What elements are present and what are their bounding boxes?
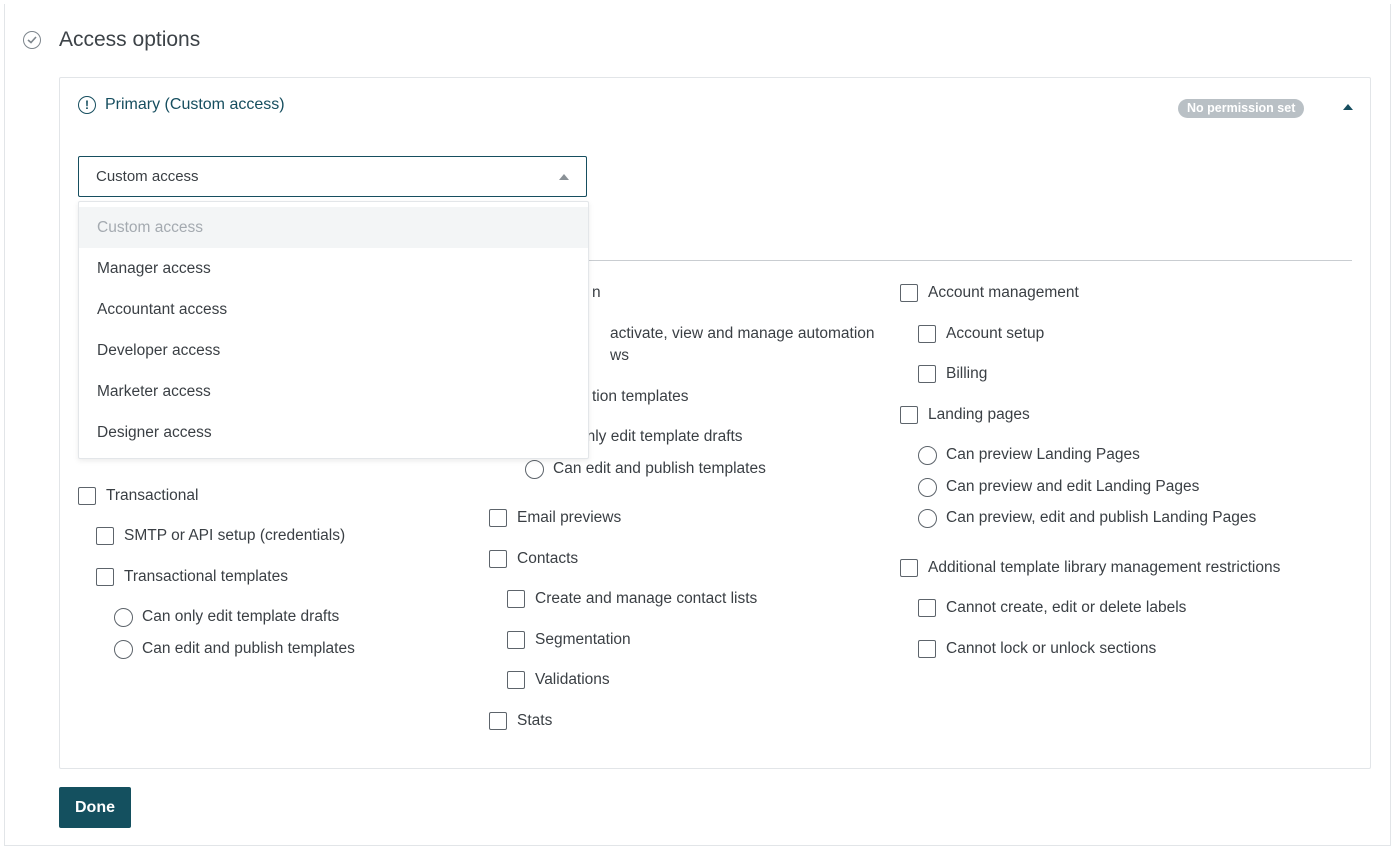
collapse-caret-icon[interactable] [1343, 104, 1353, 110]
account-setup-row[interactable]: Account setup [918, 323, 1044, 345]
transactional-templates-checkbox[interactable] [96, 568, 114, 586]
email-previews-label: Email previews [517, 509, 622, 526]
validations-row[interactable]: Validations [507, 669, 610, 691]
edit-publish-radio-row[interactable]: Can edit and publish templates [114, 638, 355, 660]
check-circle-icon [23, 31, 41, 49]
billing-checkbox[interactable] [918, 365, 936, 383]
automation-edit-publish-radio-row[interactable]: Can edit and publish templates [525, 458, 766, 480]
lp-preview-edit-publish-radio-row[interactable]: Can preview, edit and publish Landing Pa… [918, 507, 1256, 529]
panel-header[interactable]: ! Primary (Custom access) [78, 96, 285, 114]
done-button[interactable]: Done [59, 787, 131, 828]
no-lock-row[interactable]: Cannot lock or unlock sections [918, 638, 1156, 660]
access-dropdown-menu: Custom access Manager access Accountant … [78, 201, 589, 459]
email-previews-row[interactable]: Email previews [489, 507, 621, 529]
lp-preview-edit-label: Can preview and edit Landing Pages [946, 478, 1200, 495]
automation-workflows-label: activate, view and manage automation ws [610, 325, 875, 364]
dropdown-option-manager[interactable]: Manager access [79, 248, 588, 289]
account-management-checkbox[interactable] [900, 284, 918, 302]
account-management-row[interactable]: Account management [900, 282, 1079, 304]
smtp-checkbox[interactable] [96, 527, 114, 545]
status-badge: No permission set [1178, 99, 1305, 118]
section-header: Access options [23, 28, 200, 52]
landing-pages-label: Landing pages [928, 406, 1030, 423]
transactional-label: Transactional [106, 487, 199, 504]
no-labels-row[interactable]: Cannot create, edit or delete labels [918, 597, 1186, 619]
panel-title: Primary (Custom access) [105, 96, 285, 113]
segmentation-label: Segmentation [535, 631, 631, 648]
automation-edit-publish-radio[interactable] [525, 460, 544, 479]
smtp-label: SMTP or API setup (credentials) [124, 527, 346, 544]
automation-label-partial: n [592, 284, 601, 301]
lp-preview-edit-publish-label: Can preview, edit and publish Landing Pa… [946, 509, 1257, 526]
dropdown-option-custom[interactable]: Custom access [79, 207, 588, 248]
access-select[interactable]: Custom access [78, 156, 587, 197]
transactional-templates-row[interactable]: Transactional templates [96, 566, 288, 588]
template-restrictions-row[interactable]: Additional template library management r… [900, 557, 1280, 579]
template-restrictions-checkbox[interactable] [900, 559, 918, 577]
contact-lists-checkbox[interactable] [507, 590, 525, 608]
transactional-checkbox[interactable] [78, 487, 96, 505]
contacts-label: Contacts [517, 550, 579, 567]
alert-circle-icon: ! [78, 96, 96, 114]
billing-row[interactable]: Billing [918, 363, 987, 385]
segmentation-checkbox[interactable] [507, 631, 525, 649]
lp-preview-edit-radio[interactable] [918, 478, 937, 497]
contacts-row[interactable]: Contacts [489, 548, 578, 570]
validations-label: Validations [535, 671, 610, 688]
caret-up-icon [559, 174, 569, 180]
no-labels-checkbox[interactable] [918, 599, 936, 617]
contact-lists-row[interactable]: Create and manage contact lists [507, 588, 757, 610]
account-management-label: Account management [928, 284, 1079, 301]
dropdown-option-marketer[interactable]: Marketer access [79, 371, 588, 412]
stats-row[interactable]: Stats [489, 710, 552, 732]
no-lock-checkbox[interactable] [918, 640, 936, 658]
account-setup-label: Account setup [946, 325, 1045, 342]
lp-preview-edit-radio-row[interactable]: Can preview and edit Landing Pages [918, 476, 1199, 498]
edit-publish-label: Can edit and publish templates [142, 640, 355, 657]
dropdown-option-designer[interactable]: Designer access [79, 412, 588, 453]
no-lock-label: Cannot lock or unlock sections [946, 640, 1157, 657]
edit-publish-radio[interactable] [114, 640, 133, 659]
account-setup-checkbox[interactable] [918, 325, 936, 343]
segmentation-row[interactable]: Segmentation [507, 629, 631, 651]
dropdown-option-accountant[interactable]: Accountant access [79, 289, 588, 330]
drafts-only-radio[interactable] [114, 608, 133, 627]
validations-checkbox[interactable] [507, 671, 525, 689]
lp-preview-label: Can preview Landing Pages [946, 446, 1140, 463]
no-labels-label: Cannot create, edit or delete labels [946, 599, 1187, 616]
stats-checkbox[interactable] [489, 712, 507, 730]
drafts-only-label: Can only edit template drafts [142, 608, 340, 625]
lp-preview-radio-row[interactable]: Can preview Landing Pages [918, 444, 1140, 466]
permissions-panel: ! Primary (Custom access) No permission … [59, 77, 1371, 769]
drafts-only-radio-row[interactable]: Can only edit template drafts [114, 606, 339, 628]
access-select-value: Custom access [96, 168, 199, 185]
section-title: Access options [59, 28, 201, 51]
lp-preview-radio[interactable] [918, 446, 937, 465]
automation-edit-publish-label: Can edit and publish templates [553, 460, 766, 477]
landing-pages-row[interactable]: Landing pages [900, 404, 1030, 426]
contacts-checkbox[interactable] [489, 550, 507, 568]
contact-lists-label: Create and manage contact lists [535, 590, 758, 607]
automation-templates-label: tion templates [592, 388, 689, 405]
dropdown-option-developer[interactable]: Developer access [79, 330, 588, 371]
landing-pages-checkbox[interactable] [900, 406, 918, 424]
billing-label: Billing [946, 365, 988, 382]
automation-drafts-label: only edit template drafts [578, 428, 743, 445]
template-restrictions-label: Additional template library management r… [928, 559, 1281, 576]
transactional-templates-label: Transactional templates [124, 568, 288, 585]
stats-label: Stats [517, 712, 553, 729]
transactional-checkbox-row[interactable]: Transactional [78, 485, 198, 507]
smtp-checkbox-row[interactable]: SMTP or API setup (credentials) [96, 525, 345, 547]
lp-preview-edit-publish-radio[interactable] [918, 509, 937, 528]
email-previews-checkbox[interactable] [489, 509, 507, 527]
